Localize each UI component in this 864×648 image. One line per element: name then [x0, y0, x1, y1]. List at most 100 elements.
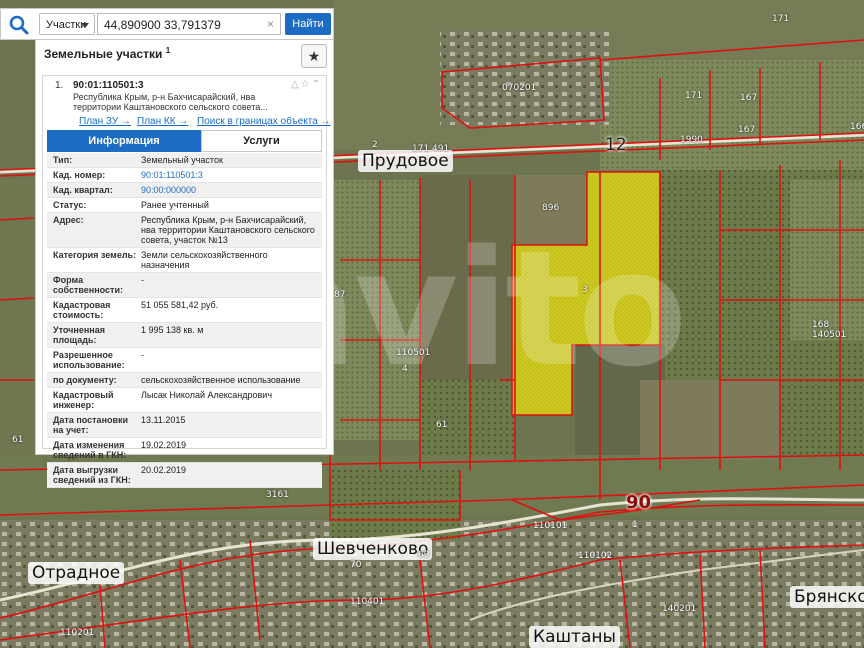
- parcel-label: 2: [372, 140, 378, 150]
- info-row-label: Статус:: [53, 200, 87, 210]
- parcel-label: 61: [436, 420, 448, 430]
- info-row: Кад. номер: 90:01:110501:3: [47, 168, 322, 183]
- plan-kk-link[interactable]: План КК →: [137, 116, 188, 127]
- info-row-value[interactable]: 90:01:110501:3: [137, 168, 322, 182]
- info-row: Уточненная площадь: 1 995 138 кв. м: [47, 323, 322, 348]
- panel-title-count: 1: [165, 46, 171, 55]
- info-row-label: Кадастровая стоимость:: [53, 300, 111, 320]
- search-bar: Участки 44,890900 33,791379 × Найти: [0, 8, 334, 40]
- road-number-12: 12: [605, 135, 627, 155]
- info-row-value: 20.02.2019: [141, 465, 187, 475]
- parcel-label: 4: [402, 364, 408, 374]
- info-row-value: 13.11.2015: [141, 415, 186, 425]
- search-in-bounds-link[interactable]: Поиск в границах объекта →: [197, 116, 331, 127]
- place-label-otradnoe: Отрадное: [28, 562, 125, 584]
- parcel-card: 1. 90:01:110501:3 Республика Крым, р-н Б…: [42, 75, 331, 488]
- panel-title: Земельные участки 1: [44, 46, 170, 61]
- info-row: Кадастровый инженер: Лысак Николай Алекса…: [47, 388, 322, 413]
- parcel-label: 171 491: [412, 144, 450, 154]
- parcel-label: 166: [850, 122, 864, 132]
- info-row: по документу: сельскохозяйственное исполь…: [47, 373, 322, 388]
- panel-title-text: Земельные участки: [44, 47, 163, 61]
- info-row-value: сельскохозяйственное использование: [141, 375, 301, 385]
- search-type-select[interactable]: Участки: [39, 13, 95, 35]
- card-address-line: территории Каштановского сельского совет…: [73, 102, 268, 112]
- parcel-label: 1990: [680, 135, 703, 145]
- info-row-label: Адрес:: [53, 215, 84, 225]
- info-row-label: Кад. квартал:: [53, 185, 113, 195]
- chevron-down-icon: [81, 23, 89, 28]
- info-row-value: 1 995 138 кв. м: [141, 325, 204, 335]
- info-row-label: Дата выгрузки сведений из ГКН:: [53, 465, 131, 485]
- info-row: Разрешенное использование: -: [47, 348, 322, 373]
- parcel-label: 110501: [396, 348, 431, 358]
- parcel-label: 140201: [662, 604, 697, 614]
- parcel-label: 110102: [578, 551, 613, 561]
- parcel-label: 168 140501: [812, 320, 847, 340]
- land-parcels-panel: Земельные участки 1 ★ 1. 90:01:110501:3 …: [35, 39, 334, 488]
- find-button[interactable]: Найти: [285, 13, 331, 35]
- info-row: Кад. квартал: 90:00:000000: [47, 183, 322, 198]
- search-input[interactable]: 44,890900 33,791379: [97, 13, 281, 35]
- card-tabs: Информация Услуги: [47, 130, 322, 152]
- info-row-value: -: [141, 350, 144, 360]
- parcel-label: 110401: [350, 597, 385, 607]
- road-number-90: 90: [626, 492, 652, 513]
- info-row-label: Дата постановки на учет:: [53, 415, 129, 435]
- search-icon[interactable]: [7, 13, 31, 37]
- info-row: Дата изменения сведений в ГКН: 19.02.2019: [47, 438, 322, 463]
- parcel-label: 171: [772, 14, 790, 24]
- info-row: Дата постановки на учет: 13.11.2015: [47, 413, 322, 438]
- info-row-value: Республика Крым, р-н Бахчисарайский, нва…: [141, 215, 315, 245]
- info-row-label: Тип:: [53, 155, 73, 165]
- parcel-label: 70: [350, 560, 362, 570]
- parcel-label: 69: [418, 550, 430, 560]
- info-row: Форма собственности: -: [47, 273, 322, 298]
- info-row: Адрес: Республика Крым, р-н Бахчисарайски…: [47, 213, 322, 248]
- info-row-value: Ранее учтенный: [141, 200, 209, 210]
- info-row-label: Кад. номер:: [53, 170, 106, 180]
- info-row-value[interactable]: 90:00:000000: [137, 183, 322, 197]
- parcel-label: 171: [685, 91, 703, 101]
- card-index: 1.: [55, 80, 64, 91]
- card-address: Республика Крым, р-н Бахчисарайский, нва…: [73, 92, 293, 112]
- card-cadastral-number[interactable]: 90:01:110501:3: [73, 80, 144, 91]
- info-row-label: по документу:: [53, 375, 117, 385]
- card-tools-icons[interactable]: △☆⌃: [291, 79, 322, 90]
- info-row: Дата выгрузки сведений из ГКН: 20.02.2019: [47, 463, 322, 488]
- info-row: Тип: Земельный участок: [47, 153, 322, 168]
- info-row-value: Земли сельскохозяйственного назначения: [141, 250, 268, 270]
- info-row-label: Кадастровый инженер:: [53, 390, 114, 410]
- star-icon[interactable]: ★: [301, 44, 327, 68]
- parcel-label: 167: [738, 125, 756, 135]
- parcel-label: 3161: [266, 490, 289, 500]
- info-row-label: Дата изменения сведений в ГКН:: [53, 440, 127, 460]
- parcel-label: 1: [632, 520, 638, 530]
- info-row-label: Уточненная площадь:: [53, 325, 105, 345]
- parcel-label: 896: [542, 203, 560, 213]
- info-row: Статус: Ранее учтенный: [47, 198, 322, 213]
- info-row-value: 19.02.2019: [141, 440, 187, 450]
- tab-services[interactable]: Услуги: [201, 130, 322, 152]
- info-row: Кадастровая стоимость: 51 055 581,42 руб.: [47, 298, 322, 323]
- parcel-label: 167: [740, 93, 758, 103]
- info-row-value: 51 055 581,42 руб.: [141, 300, 219, 310]
- tab-information[interactable]: Информация: [47, 130, 201, 152]
- parcel-label: 110101: [533, 521, 568, 531]
- parcel-label: 110201: [60, 628, 95, 638]
- parcel-label: 87: [334, 290, 346, 300]
- parcel-label: 61: [12, 435, 24, 445]
- place-label-bryanskoe: Брянское: [790, 586, 864, 608]
- parcel-label: 3: [582, 285, 588, 295]
- info-row-value: Земельный участок: [141, 155, 223, 165]
- clear-icon[interactable]: ×: [267, 17, 274, 31]
- info-row-label: Категория земель:: [53, 250, 137, 260]
- info-row-label: Форма собственности:: [53, 275, 123, 295]
- plan-zu-link[interactable]: План ЗУ →: [79, 116, 131, 127]
- parcel-label: 070201: [502, 83, 537, 93]
- place-label-kashtany: Каштаны: [529, 626, 620, 648]
- place-label-shevchenkovo: Шевченково: [313, 538, 433, 560]
- info-row-value: -: [141, 275, 144, 285]
- info-row-label: Разрешенное использование:: [53, 350, 125, 370]
- card-address-line: Республика Крым, р-н Бахчисарайский, нва: [73, 92, 256, 102]
